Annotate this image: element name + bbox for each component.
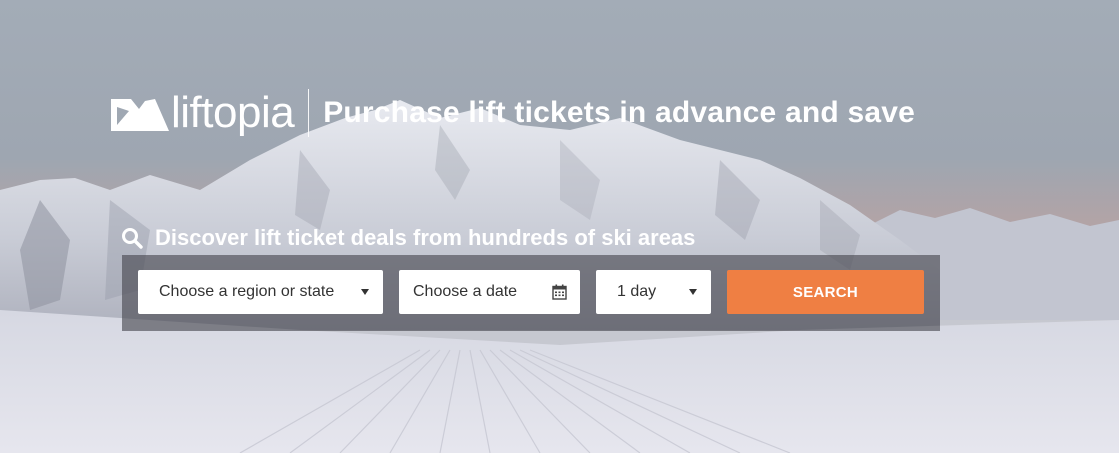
calendar-icon[interactable] — [552, 284, 567, 300]
caret-down-icon — [361, 289, 369, 295]
days-select[interactable]: 1 day — [596, 270, 711, 314]
search-heading: Discover lift ticket deals from hundreds… — [121, 225, 695, 251]
liftopia-logo-icon[interactable] — [111, 95, 169, 131]
search-button[interactable]: SEARCH — [727, 270, 924, 314]
region-select[interactable]: Choose a region or state — [138, 270, 383, 314]
header-divider — [308, 89, 310, 137]
logo-text[interactable]: liftopia — [171, 91, 295, 135]
caret-down-icon — [689, 289, 697, 295]
brand-header: liftopia Purchase lift tickets in advanc… — [111, 88, 915, 138]
hero-banner: liftopia Purchase lift tickets in advanc… — [0, 0, 1119, 453]
search-heading-text: Discover lift ticket deals from hundreds… — [155, 225, 696, 250]
page-tagline: Purchase lift tickets in advance and sav… — [323, 96, 915, 129]
days-select-value: 1 day — [617, 283, 657, 300]
date-picker-value: Choose a date — [413, 283, 518, 300]
date-picker[interactable]: Choose a date — [399, 270, 580, 314]
search-icon — [122, 228, 143, 249]
search-panel: Choose a region or state Choose a date 1… — [122, 255, 940, 331]
region-select-value: Choose a region or state — [159, 283, 335, 300]
